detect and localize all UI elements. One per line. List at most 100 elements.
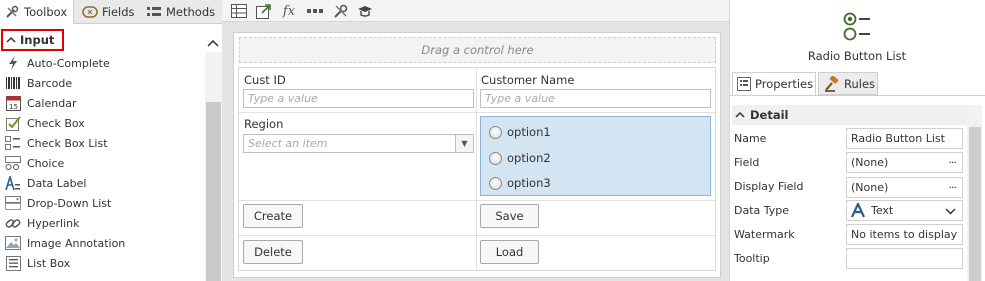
tab-toolbox-label: Toolbox xyxy=(24,5,68,19)
prop-field-value: (None) xyxy=(851,156,889,169)
radio-circle-icon[interactable] xyxy=(489,176,502,190)
load-button[interactable]: Load xyxy=(480,240,539,264)
customer-name-label: Customer Name xyxy=(481,73,575,87)
prop-field-input[interactable]: (None) ··· xyxy=(846,152,963,173)
radio-option[interactable]: option3 xyxy=(489,175,551,191)
tool-hyperlink[interactable]: Hyperlink xyxy=(0,213,205,233)
tab-fields-label: Fields xyxy=(102,5,135,19)
barcode-icon xyxy=(5,75,21,91)
tool-drop-down-list[interactable]: Drop-Down List xyxy=(0,193,205,213)
grid-divider xyxy=(239,112,715,113)
input-group-header[interactable]: Input xyxy=(1,29,64,51)
tab-rules-label: Rules xyxy=(844,76,876,91)
prop-tooltip-input[interactable] xyxy=(846,248,963,269)
detail-section-header[interactable]: Detail xyxy=(732,105,967,125)
tool-label: Hyperlink xyxy=(27,216,80,230)
radio-button-list-icon xyxy=(843,12,870,41)
tool-barcode[interactable]: Barcode xyxy=(0,73,205,93)
designer-toolbar: fx xyxy=(222,0,729,22)
grid-divider xyxy=(239,235,715,236)
tab-fields[interactable]: Fields xyxy=(78,0,140,24)
tool-label: Drop-Down List xyxy=(27,196,112,210)
control-title: Radio Button List xyxy=(807,49,907,63)
tool-auto-complete[interactable]: Auto-Complete xyxy=(0,53,205,73)
radio-circle-icon[interactable] xyxy=(489,151,502,165)
cust-id-label: Cust ID xyxy=(244,73,286,87)
prop-display-field-value: (None) xyxy=(851,181,889,194)
prop-watermark-label: Watermark xyxy=(734,228,795,241)
dropdown-list-icon xyxy=(5,195,21,211)
detail-section-label: Detail xyxy=(750,108,789,122)
save-button[interactable]: Save xyxy=(480,204,539,228)
svg-text:15: 15 xyxy=(9,103,18,111)
image-annotation-icon xyxy=(5,235,21,251)
radio-button-list[interactable]: option1 option2 option3 xyxy=(480,116,711,196)
properties-scrollbar-thumb[interactable] xyxy=(969,127,981,281)
tab-toolbox[interactable]: Toolbox xyxy=(0,0,74,24)
tab-rules[interactable]: Rules xyxy=(818,72,878,95)
list-box-icon xyxy=(5,255,21,271)
radio-option[interactable]: option1 xyxy=(489,124,551,140)
fields-icon xyxy=(82,4,98,20)
toolbox-scrollbar-thumb[interactable] xyxy=(206,102,221,281)
region-dropdown[interactable]: Select an item ▼ xyxy=(243,134,474,153)
export-icon[interactable] xyxy=(255,2,273,20)
dropdown-arrow-icon[interactable]: ▼ xyxy=(455,135,473,152)
function-icon[interactable]: fx xyxy=(280,2,298,20)
tool-choice[interactable]: Choice xyxy=(0,153,205,173)
prop-field-label: Field xyxy=(734,156,760,169)
radio-circle-icon[interactable] xyxy=(489,125,502,139)
lightning-icon xyxy=(5,55,21,71)
tool-image-annotation[interactable]: Image Annotation xyxy=(0,233,205,253)
tool-label: Check Box List xyxy=(27,136,108,150)
tools-icon[interactable] xyxy=(332,2,350,20)
hyperlink-icon xyxy=(5,215,21,231)
left-tab-bar: Toolbox Fields Methods xyxy=(0,0,222,24)
table-icon[interactable] xyxy=(230,2,248,20)
chevron-up-icon xyxy=(735,111,745,118)
tool-calendar[interactable]: 15 Calendar xyxy=(0,93,205,113)
calendar-icon: 15 xyxy=(5,95,21,111)
choice-icon xyxy=(5,155,21,171)
tool-check-box[interactable]: Check Box xyxy=(0,113,205,133)
prop-data-type-label: Data Type xyxy=(734,204,790,217)
more-icon[interactable] xyxy=(306,2,324,20)
tool-list-box[interactable]: List Box xyxy=(0,253,205,273)
tool-list: Auto-Complete Barcode 15 Calendar Check … xyxy=(0,53,205,273)
hat-icon[interactable] xyxy=(356,2,374,20)
radio-option[interactable]: option2 xyxy=(489,150,551,166)
tool-label: Calendar xyxy=(27,96,77,110)
tool-check-box-list[interactable]: Check Box List xyxy=(0,133,205,153)
customer-name-input[interactable]: Type a value xyxy=(480,89,711,108)
create-button[interactable]: Create xyxy=(243,204,303,228)
region-label: Region xyxy=(244,117,284,131)
prop-watermark-input[interactable]: No items to display xyxy=(846,224,963,245)
prop-data-type-select[interactable]: Text xyxy=(846,200,963,221)
collapse-chevron-icon[interactable] xyxy=(206,36,220,50)
radio-option-label: option1 xyxy=(507,125,551,139)
ellipsis-icon[interactable]: ··· xyxy=(949,181,957,194)
prop-display-field-label: Display Field xyxy=(734,180,804,193)
cust-id-placeholder: Type a value xyxy=(248,92,318,105)
prop-name-value: Radio Button List xyxy=(851,132,945,145)
prop-name-input[interactable]: Radio Button List xyxy=(846,128,963,149)
chevron-down-icon[interactable] xyxy=(945,207,956,215)
grid-divider xyxy=(239,200,715,201)
data-label-icon xyxy=(5,175,21,191)
tool-label: Barcode xyxy=(27,76,73,90)
prop-watermark-value: No items to display xyxy=(851,228,958,241)
input-group-label: Input xyxy=(20,33,55,47)
tab-properties[interactable]: Properties xyxy=(732,72,816,95)
ellipsis-icon[interactable]: ··· xyxy=(949,156,957,169)
prop-display-field-input[interactable]: (None) ··· xyxy=(846,177,963,198)
delete-button[interactable]: Delete xyxy=(243,240,303,264)
tab-properties-label: Properties xyxy=(755,77,814,91)
tab-methods[interactable]: Methods xyxy=(142,0,220,24)
region-placeholder: Select an item xyxy=(248,137,328,150)
chevron-up-icon xyxy=(6,36,16,43)
tab-methods-label: Methods xyxy=(166,5,216,19)
cust-id-input[interactable]: Type a value xyxy=(243,89,474,108)
tool-data-label[interactable]: Data Label xyxy=(0,173,205,193)
toolbox-icon xyxy=(4,4,20,20)
drop-zone[interactable]: Drag a control here xyxy=(239,37,716,63)
